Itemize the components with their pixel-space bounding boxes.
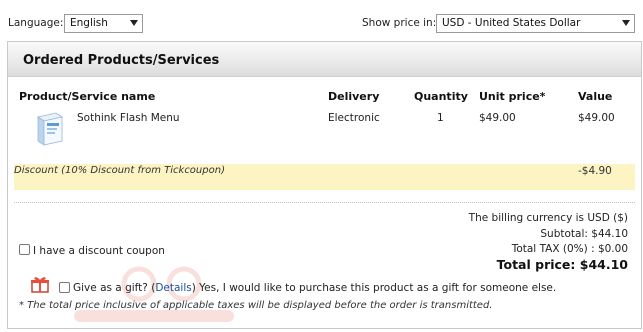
- gift-suffix: ) Yes, I would like to purchase this pro…: [191, 282, 557, 294]
- currency-label: Show price in:: [362, 17, 437, 29]
- gift-prefix: Give as a gift? (: [73, 282, 156, 294]
- currency-select[interactable]: USD - United States Dollar: [436, 14, 635, 33]
- chevron-down-icon: [622, 20, 630, 26]
- total-price-text: Total price: $44.10: [496, 257, 628, 272]
- gift-icon: [31, 277, 49, 293]
- language-select-value: English: [70, 17, 108, 29]
- col-header-unit-price: Unit price*: [479, 90, 546, 103]
- divider: [14, 202, 635, 203]
- tax-note: * The total price inclusive of applicabl…: [19, 300, 493, 311]
- product-quantity: 1: [437, 112, 444, 124]
- product-value: $49.00: [578, 112, 615, 124]
- discount-coupon-label: I have a discount coupon: [33, 245, 165, 257]
- discount-label: Discount (10% Discount from Tickcoupon): [14, 165, 225, 176]
- product-box-icon: [36, 112, 64, 146]
- billing-currency-text: The billing currency is USD ($): [468, 212, 628, 224]
- currency-select-value: USD - United States Dollar: [442, 17, 581, 29]
- discount-coupon-checkbox[interactable]: [19, 244, 30, 255]
- language-select[interactable]: English: [64, 14, 143, 33]
- discount-value: -$4.90: [578, 165, 612, 177]
- col-header-delivery: Delivery: [328, 90, 380, 103]
- product-name: Sothink Flash Menu: [77, 112, 180, 124]
- col-header-quantity: Quantity: [414, 90, 468, 103]
- product-delivery: Electronic: [328, 112, 380, 124]
- gift-details-link[interactable]: Details: [155, 282, 191, 294]
- top-bar: Language: English Show price in: USD - U…: [0, 0, 643, 40]
- tax-text: Total TAX (0%) : $0.00: [511, 243, 628, 255]
- watermark-logo: [74, 266, 234, 322]
- gift-text: Give as a gift? (Details) Yes, I would l…: [73, 282, 556, 294]
- gift-checkbox[interactable]: [59, 282, 70, 293]
- product-unit-price: $49.00: [479, 112, 516, 124]
- panel-title: Ordered Products/Services: [23, 53, 220, 68]
- chevron-down-icon: [130, 20, 138, 26]
- ordered-products-panel: Ordered Products/Services Product/Servic…: [7, 41, 642, 329]
- subtotal-text: Subtotal: $44.10: [540, 228, 628, 240]
- col-header-name: Product/Service name: [19, 90, 156, 103]
- language-label: Language:: [8, 17, 64, 29]
- panel-header: Ordered Products/Services: [8, 42, 641, 77]
- col-header-value: Value: [578, 90, 613, 103]
